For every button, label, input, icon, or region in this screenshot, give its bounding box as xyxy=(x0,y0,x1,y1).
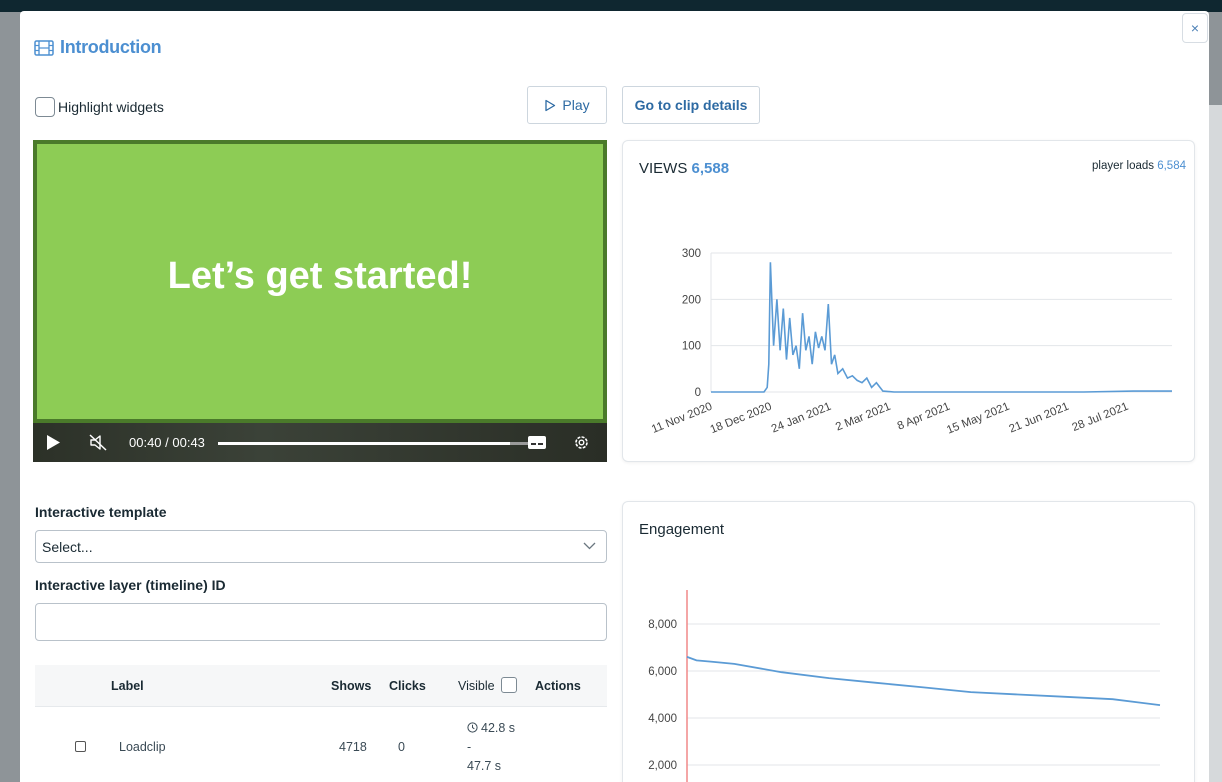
engagement-series-line xyxy=(686,656,1161,706)
interactive-layer-input[interactable] xyxy=(35,603,607,641)
go-to-clip-details-label: Go to clip details xyxy=(634,97,748,113)
views-x-tick: 28 Jul 2021 xyxy=(1071,401,1131,434)
captions-icon[interactable] xyxy=(527,435,547,450)
video-progress-bar[interactable] xyxy=(218,442,510,445)
play-icon[interactable] xyxy=(45,434,61,451)
interactive-template-value: Select... xyxy=(42,538,93,555)
views-x-tick: 21 Jun 2021 xyxy=(1008,401,1071,436)
film-icon xyxy=(34,39,54,56)
views-x-tick: 11 Nov 2020 xyxy=(650,401,714,436)
row-label: Loadclip xyxy=(119,740,166,754)
play-outline-icon xyxy=(545,99,556,111)
video-time: 00:40 / 00:43 xyxy=(129,435,205,450)
interactive-template-select[interactable]: Select... xyxy=(35,530,607,563)
column-visible: Visible xyxy=(458,679,495,693)
engagement-y-tick: 2,000 xyxy=(648,760,677,772)
views-series-line xyxy=(711,262,1172,393)
engagement-y-tick: 6,000 xyxy=(648,666,677,678)
engagement-y-tick: 4,000 xyxy=(648,713,677,725)
views-x-tick: 24 Jan 2021 xyxy=(770,401,833,436)
engagement-y-tick: 8,000 xyxy=(648,619,677,631)
highlight-widgets-label: Highlight widgets xyxy=(58,99,164,115)
go-to-clip-details-button[interactable]: Go to clip details xyxy=(622,86,760,124)
views-card: VIEWS 6,588 player loads 6,584 0 100 200 30… xyxy=(622,140,1195,462)
row-shows: 4718 xyxy=(339,740,367,754)
row-clicks: 0 xyxy=(398,740,405,754)
settings-icon[interactable] xyxy=(573,434,590,451)
play-button-label: Play xyxy=(562,97,590,113)
modal-title: Introduction xyxy=(34,37,162,58)
row-time-separator: - xyxy=(467,740,472,754)
slide-headline: Let’s get started! xyxy=(167,255,473,297)
views-x-tick: 15 May 2021 xyxy=(945,401,1011,437)
close-icon: × xyxy=(1190,20,1200,36)
column-label: Label xyxy=(111,679,144,693)
column-clicks: Clicks xyxy=(389,679,426,693)
video-progress-remaining xyxy=(510,442,528,445)
row-time-start: 42.8 s xyxy=(481,721,516,735)
visible-all-checkbox[interactable] xyxy=(501,677,517,693)
column-actions: Actions xyxy=(535,679,581,693)
engagement-chart: 2,000 4,000 6,000 8,000 xyxy=(648,590,1161,782)
highlight-widgets-toggle[interactable]: Highlight widgets xyxy=(35,97,164,117)
video-slide: Let’s get started! xyxy=(33,140,607,423)
highlight-widgets-checkbox[interactable] xyxy=(35,97,55,117)
views-x-tick: 8 Apr 2021 xyxy=(896,401,952,433)
row-select-checkbox[interactable] xyxy=(75,741,86,752)
play-button[interactable]: Play xyxy=(527,86,607,124)
interactive-layer-label: Interactive layer (timeline) ID xyxy=(35,577,226,593)
engagement-card: Engagement 2,000 4,000 6,000 8,000 xyxy=(622,501,1195,782)
widgets-table: Label Shows Clicks Visible Actions Loadc… xyxy=(35,665,607,782)
column-shows: Shows xyxy=(331,679,372,693)
clock-icon xyxy=(467,722,478,733)
chevron-down-icon xyxy=(583,542,596,550)
table-row: Loadclip 4718 0 42.8 s - 47.7 s xyxy=(35,707,607,782)
row-time-end: 47.7 s xyxy=(467,759,502,773)
views-y-tick: 100 xyxy=(682,341,701,353)
table-header: Label Shows Clicks Visible Actions xyxy=(35,665,607,707)
views-y-tick: 300 xyxy=(682,248,701,260)
modal-title-text: Introduction xyxy=(60,37,162,57)
clip-modal: × Introduction Highlight widgets Play Go… xyxy=(20,11,1209,782)
views-y-tick: 200 xyxy=(682,294,701,306)
interactive-template-label: Interactive template xyxy=(35,504,167,520)
backdrop-right-strip xyxy=(1208,105,1222,782)
views-x-tick: 18 Dec 2020 xyxy=(709,401,774,437)
mute-icon[interactable] xyxy=(89,434,108,451)
views-chart: 0 100 200 300 11 Nov 202018 Dec 202024 Jan 2… xyxy=(650,248,1172,437)
views-y-tick: 0 xyxy=(695,387,701,399)
video-player[interactable]: Let’s get started! 00:40 / 00:43 xyxy=(33,140,607,462)
close-button[interactable]: × xyxy=(1182,13,1208,43)
video-controls: 00:40 / 00:43 xyxy=(33,423,607,462)
views-x-tick: 2 Mar 2021 xyxy=(834,401,892,434)
